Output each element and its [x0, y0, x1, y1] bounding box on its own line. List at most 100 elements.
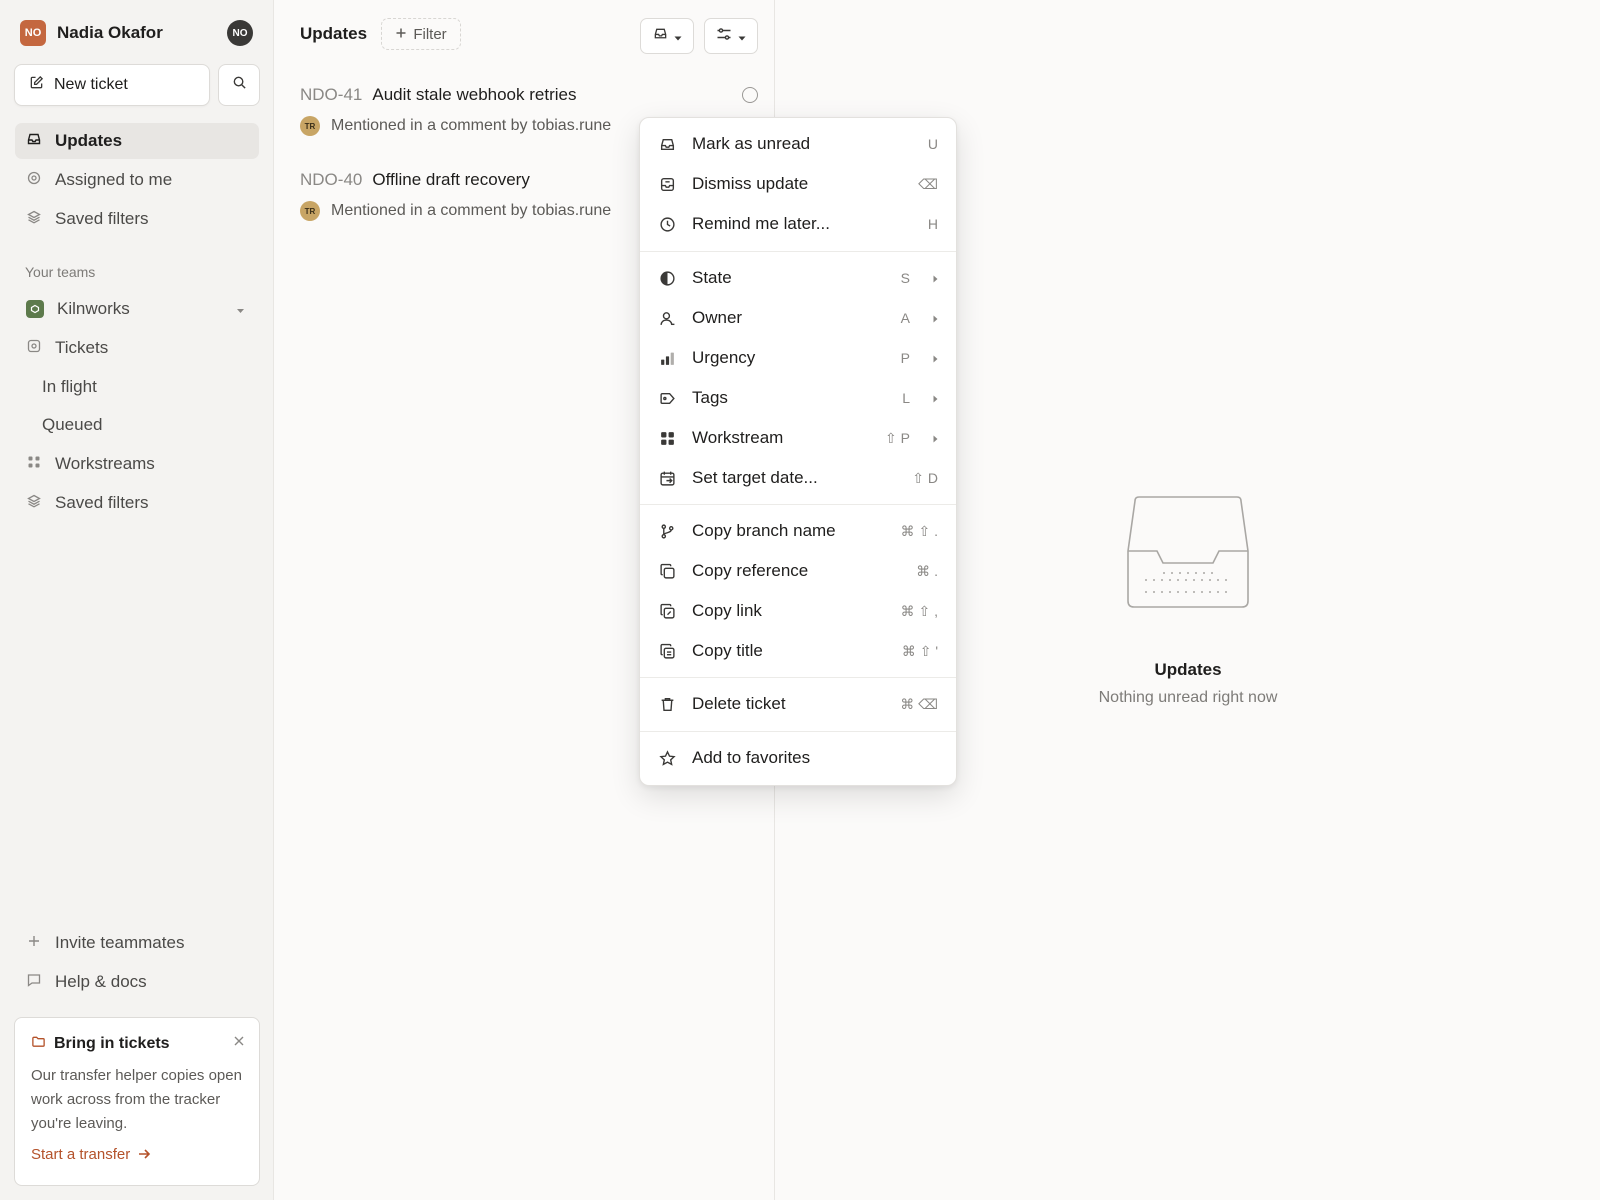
context-menu: Mark as unread U Dismiss update ⌫ Remind…: [639, 117, 957, 786]
sidebar-item-label: Tickets: [55, 338, 109, 357]
shortcut: L: [902, 390, 910, 406]
menu-item-label: Copy title: [692, 641, 763, 660]
display-options-button[interactable]: [704, 18, 758, 54]
copy-text-icon: [658, 642, 676, 660]
promo-body: Our transfer helper copies open work acr…: [31, 1067, 242, 1132]
menu-item-workstream[interactable]: Workstream ⇧ P: [640, 418, 956, 458]
sidebar-item-label: Saved filters: [55, 493, 149, 512]
sidebar-item-queued[interactable]: Queued: [15, 407, 259, 443]
sidebar-item-saved-filters[interactable]: Saved filters: [15, 201, 259, 237]
team-kilnworks[interactable]: Kilnworks: [15, 291, 259, 327]
sidebar-item-in-flight[interactable]: In flight: [15, 369, 259, 405]
inbox-view-button[interactable]: [640, 18, 694, 54]
menu-item-copy-reference[interactable]: Copy reference ⌘ .: [640, 551, 956, 591]
menu-item-urgency[interactable]: Urgency P: [640, 338, 956, 378]
caret-right-icon: [933, 268, 938, 288]
menu-item-delete[interactable]: Delete ticket ⌘ ⌫: [640, 684, 956, 724]
start-transfer-link[interactable]: Start a transfer: [31, 1146, 243, 1163]
menu-item-label: Workstream: [692, 428, 784, 447]
ticket-title: Audit stale webhook retries: [372, 85, 577, 104]
sidebar-item-workstreams[interactable]: Workstreams: [15, 446, 259, 482]
sidebar-item-updates[interactable]: Updates: [15, 123, 259, 159]
menu-divider: [640, 731, 956, 732]
menu-item-owner[interactable]: Owner A: [640, 298, 956, 338]
layers-icon: [26, 209, 42, 230]
shortcut: ⌘ ⇧ .: [900, 522, 938, 539]
plus-icon: [395, 26, 407, 43]
menu-item-label: Copy link: [692, 601, 762, 620]
import-promo-card: Bring in tickets Our transfer helper cop…: [14, 1017, 260, 1186]
avatar: TR: [300, 116, 320, 136]
sidebar-item-team-saved-filters[interactable]: Saved filters: [15, 485, 259, 521]
workspace-header[interactable]: NO Nadia Okafor NO: [20, 20, 253, 46]
new-ticket-button[interactable]: New ticket: [14, 64, 210, 106]
promo-link-label: Start a transfer: [31, 1146, 131, 1163]
sidebar-item-tickets[interactable]: Tickets: [15, 330, 259, 366]
search-icon: [232, 75, 247, 95]
shortcut: ⌫: [918, 175, 938, 192]
shortcut: H: [927, 216, 938, 232]
sidebar-item-label: Help & docs: [55, 972, 147, 991]
avatar: TR: [300, 201, 320, 221]
compose-icon: [29, 75, 44, 95]
menu-item-label: Set target date...: [692, 468, 818, 487]
chevron-down-icon[interactable]: [236, 299, 245, 319]
menu-item-copy-title[interactable]: Copy title ⌘ ⇧ ': [640, 631, 956, 671]
shortcut: A: [900, 310, 910, 326]
shortcut: ⌘ .: [916, 562, 938, 579]
menu-item-remind-later[interactable]: Remind me later... H: [640, 204, 956, 244]
invite-teammates[interactable]: Invite teammates: [15, 925, 259, 961]
sliders-icon: [716, 26, 732, 46]
caret-right-icon: [933, 428, 938, 448]
menu-item-label: Urgency: [692, 348, 756, 367]
plus-icon: [26, 933, 42, 954]
arrow-right-icon: [138, 1146, 151, 1163]
sidebar-item-label: Invite teammates: [55, 933, 185, 952]
grid-icon: [658, 429, 676, 447]
user-avatar[interactable]: NO: [227, 20, 253, 46]
update-detail: Mentioned in a comment by tobias.rune: [331, 202, 612, 219]
page-title: Updates: [300, 24, 368, 43]
menu-item-label: Mark as unread: [692, 134, 811, 153]
menu-item-dismiss[interactable]: Dismiss update ⌫: [640, 164, 956, 204]
filter-button[interactable]: Filter: [381, 18, 461, 50]
menu-item-state[interactable]: State S: [640, 258, 956, 298]
sidebar-item-label: Workstreams: [55, 454, 155, 473]
shortcut: ⇧ D: [912, 469, 938, 486]
close-icon[interactable]: [233, 1032, 245, 1052]
calendar-icon: [658, 469, 676, 487]
sidebar-item-label: In flight: [42, 377, 97, 396]
shortcut: ⇧ P: [885, 429, 910, 446]
search-button[interactable]: [218, 64, 260, 106]
menu-item-target-date[interactable]: Set target date... ⇧ D: [640, 458, 956, 498]
workspace-name: Nadia Okafor: [57, 23, 163, 42]
caret-right-icon: [933, 308, 938, 328]
promo-title: Bring in tickets: [54, 1035, 170, 1052]
empty-state-subtitle: Nothing unread right now: [1098, 689, 1278, 706]
menu-item-favorite[interactable]: Add to favorites: [640, 738, 956, 778]
menu-item-copy-branch[interactable]: Copy branch name ⌘ ⇧ .: [640, 511, 956, 551]
ticket-id: NDO-41: [300, 85, 363, 104]
chevron-down-icon: [674, 26, 682, 46]
chat-bubble-icon: [26, 972, 42, 993]
menu-item-label: Owner: [692, 308, 743, 327]
menu-item-mark-unread[interactable]: Mark as unread U: [640, 124, 956, 164]
sidebar-item-assigned[interactable]: Assigned to me: [15, 162, 259, 198]
copy-icon: [658, 562, 676, 580]
shortcut: S: [900, 270, 910, 286]
git-branch-icon: [658, 522, 676, 540]
help-docs[interactable]: Help & docs: [15, 964, 259, 1000]
sidebar-item-label: Queued: [42, 415, 103, 434]
menu-item-label: Tags: [692, 388, 728, 407]
status-icon[interactable]: [742, 87, 758, 103]
update-detail: Mentioned in a comment by tobias.rune: [331, 117, 612, 134]
caret-right-icon: [933, 348, 938, 368]
menu-item-label: Delete ticket: [692, 694, 786, 713]
inbox-dismiss-icon: [658, 175, 676, 193]
menu-item-copy-link[interactable]: Copy link ⌘ ⇧ ,: [640, 591, 956, 631]
team-icon: [26, 300, 44, 318]
trash-icon: [658, 695, 676, 713]
menu-item-label: Add to favorites: [692, 748, 811, 767]
menu-item-tags[interactable]: Tags L: [640, 378, 956, 418]
clock-icon: [658, 215, 676, 233]
